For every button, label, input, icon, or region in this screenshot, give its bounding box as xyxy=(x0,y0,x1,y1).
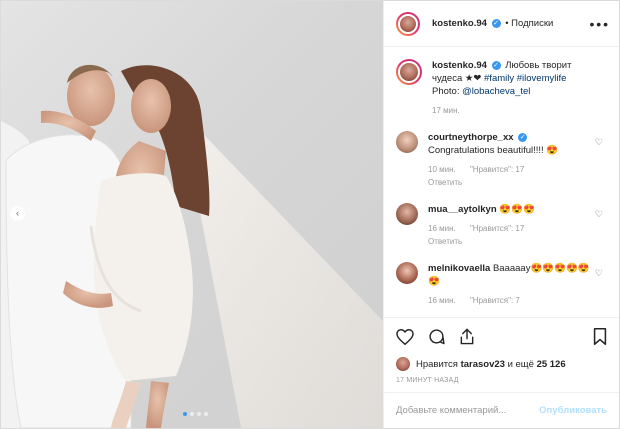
post-header: kostenko.94 ✓ • Подписки • • • xyxy=(384,1,619,47)
publish-button[interactable]: Опубликовать xyxy=(539,405,607,416)
likes-count[interactable]: 25 126 xyxy=(537,359,566,370)
caption-time: 17 мин. xyxy=(432,106,460,115)
comment-meta: 16 мин. "Нравится": 7 xyxy=(428,294,593,307)
comment-body: courtneythorpe_xx ✓ Congratulations beau… xyxy=(428,131,607,189)
add-comment-bar: Добавьте комментарий... Опубликовать xyxy=(384,392,619,428)
comment-item: mua__aytolkyn 😍😍😍 16 мин. "Нравится": 17… xyxy=(396,203,607,248)
photo-credit-label: Photo: xyxy=(432,86,460,97)
photo-illustration xyxy=(1,64,383,428)
reply-button[interactable]: Ответить xyxy=(428,237,462,246)
post-photo[interactable]: ‹ xyxy=(1,1,383,428)
comment-time: 10 мин. xyxy=(428,165,456,174)
caption-username[interactable]: kostenko.94 xyxy=(432,60,487,71)
carousel-dot-active xyxy=(183,412,187,416)
comment-body: melnikovaella Ваааааy😍😍😍😍😍😍 16 мин. "Нра… xyxy=(428,262,607,307)
carousel-prev-button[interactable]: ‹ xyxy=(10,206,25,221)
comment-meta: 16 мин. "Нравится": 17 Ответить xyxy=(428,222,593,248)
comment-likes[interactable]: "Нравится": 17 xyxy=(470,165,524,174)
likes-summary[interactable]: Нравится tarasov23 и ещё 25 126 xyxy=(384,355,619,373)
caption-avatar-ring[interactable] xyxy=(396,59,422,85)
comment-like-heart-icon[interactable]: ♡ xyxy=(595,268,603,279)
caption: kostenko.94 ✓ Любовь творит чудеса ★❤ #f… xyxy=(396,59,607,117)
author-avatar[interactable] xyxy=(398,13,418,34)
carousel-dot xyxy=(190,412,194,416)
following-button[interactable]: Подписки xyxy=(511,18,553,29)
comment-likes[interactable]: "Нравится": 17 xyxy=(470,224,524,233)
liker-avatar[interactable] xyxy=(396,357,410,371)
comment-text: Congratulations beautiful!!!! 😍 xyxy=(428,145,559,156)
comment-input[interactable]: Добавьте комментарий... xyxy=(396,405,539,416)
instagram-post: ‹ kostenko.94 ✓ • Подписки • • • kostenk… xyxy=(0,0,620,429)
bookmark-icon[interactable] xyxy=(593,328,607,345)
verified-icon: ✓ xyxy=(518,132,528,142)
caption-emoji: ★❤ xyxy=(464,73,482,84)
comments-list[interactable]: kostenko.94 ✓ Любовь творит чудеса ★❤ #f… xyxy=(384,47,619,317)
comment-item: melnikovaella Ваааааy😍😍😍😍😍😍 16 мин. "Нра… xyxy=(396,262,607,307)
caption-hashtags[interactable]: #family #ilovemylife xyxy=(484,73,566,84)
comment-item: courtneythorpe_xx ✓ Congratulations beau… xyxy=(396,131,607,189)
post-side-panel: kostenko.94 ✓ • Подписки • • • kostenko.… xyxy=(383,1,619,428)
comment-like-heart-icon[interactable]: ♡ xyxy=(595,209,603,220)
author-avatar-ring[interactable] xyxy=(396,11,420,36)
reply-button[interactable]: Ответить xyxy=(428,178,462,187)
header-separator: • xyxy=(505,18,509,29)
caption-body: kostenko.94 ✓ Любовь творит чудеса ★❤ #f… xyxy=(432,59,607,117)
carousel-dot xyxy=(197,412,201,416)
liker-username[interactable]: tarasov23 xyxy=(461,359,505,370)
verified-icon: ✓ xyxy=(491,60,501,70)
carousel-dot xyxy=(204,412,208,416)
comment-meta: 10 мин. "Нравится": 17 Ответить xyxy=(428,163,593,189)
likes-suffix: и ещё xyxy=(507,358,534,370)
caption-avatar[interactable] xyxy=(398,61,420,83)
post-timestamp: 17 МИНУТ НАЗАД xyxy=(396,377,459,384)
post-header-text: kostenko.94 ✓ • Подписки xyxy=(432,18,590,29)
comment-time: 16 мин. xyxy=(428,224,456,233)
carousel-dots xyxy=(183,412,208,416)
comment-username[interactable]: mua__aytolkyn xyxy=(428,204,497,215)
comment-time: 16 мин. xyxy=(428,296,456,305)
author-username[interactable]: kostenko.94 xyxy=(432,18,487,29)
like-heart-icon[interactable] xyxy=(396,328,414,345)
comment-like-heart-icon[interactable]: ♡ xyxy=(595,137,603,148)
comment-text: 😍😍😍 xyxy=(499,204,535,215)
photo-credit-link[interactable]: @lobacheva_tel xyxy=(462,86,530,97)
verified-icon: ✓ xyxy=(491,18,501,28)
share-icon[interactable] xyxy=(459,328,475,345)
more-options-icon[interactable]: • • • xyxy=(590,16,609,32)
comment-avatar[interactable] xyxy=(396,262,418,284)
comment-body: mua__aytolkyn 😍😍😍 16 мин. "Нравится": 17… xyxy=(428,203,607,248)
caption-meta: 17 мин. xyxy=(432,104,593,117)
post-actions xyxy=(384,317,619,355)
comment-avatar[interactable] xyxy=(396,131,418,153)
likes-prefix: Нравится xyxy=(416,358,458,370)
comment-username[interactable]: melnikovaella xyxy=(428,263,490,274)
comment-bubble-icon[interactable] xyxy=(428,328,445,345)
comment-avatar[interactable] xyxy=(396,203,418,225)
comment-likes[interactable]: "Нравится": 7 xyxy=(470,296,520,305)
comment-username[interactable]: courtneythorpe_xx xyxy=(428,132,514,143)
